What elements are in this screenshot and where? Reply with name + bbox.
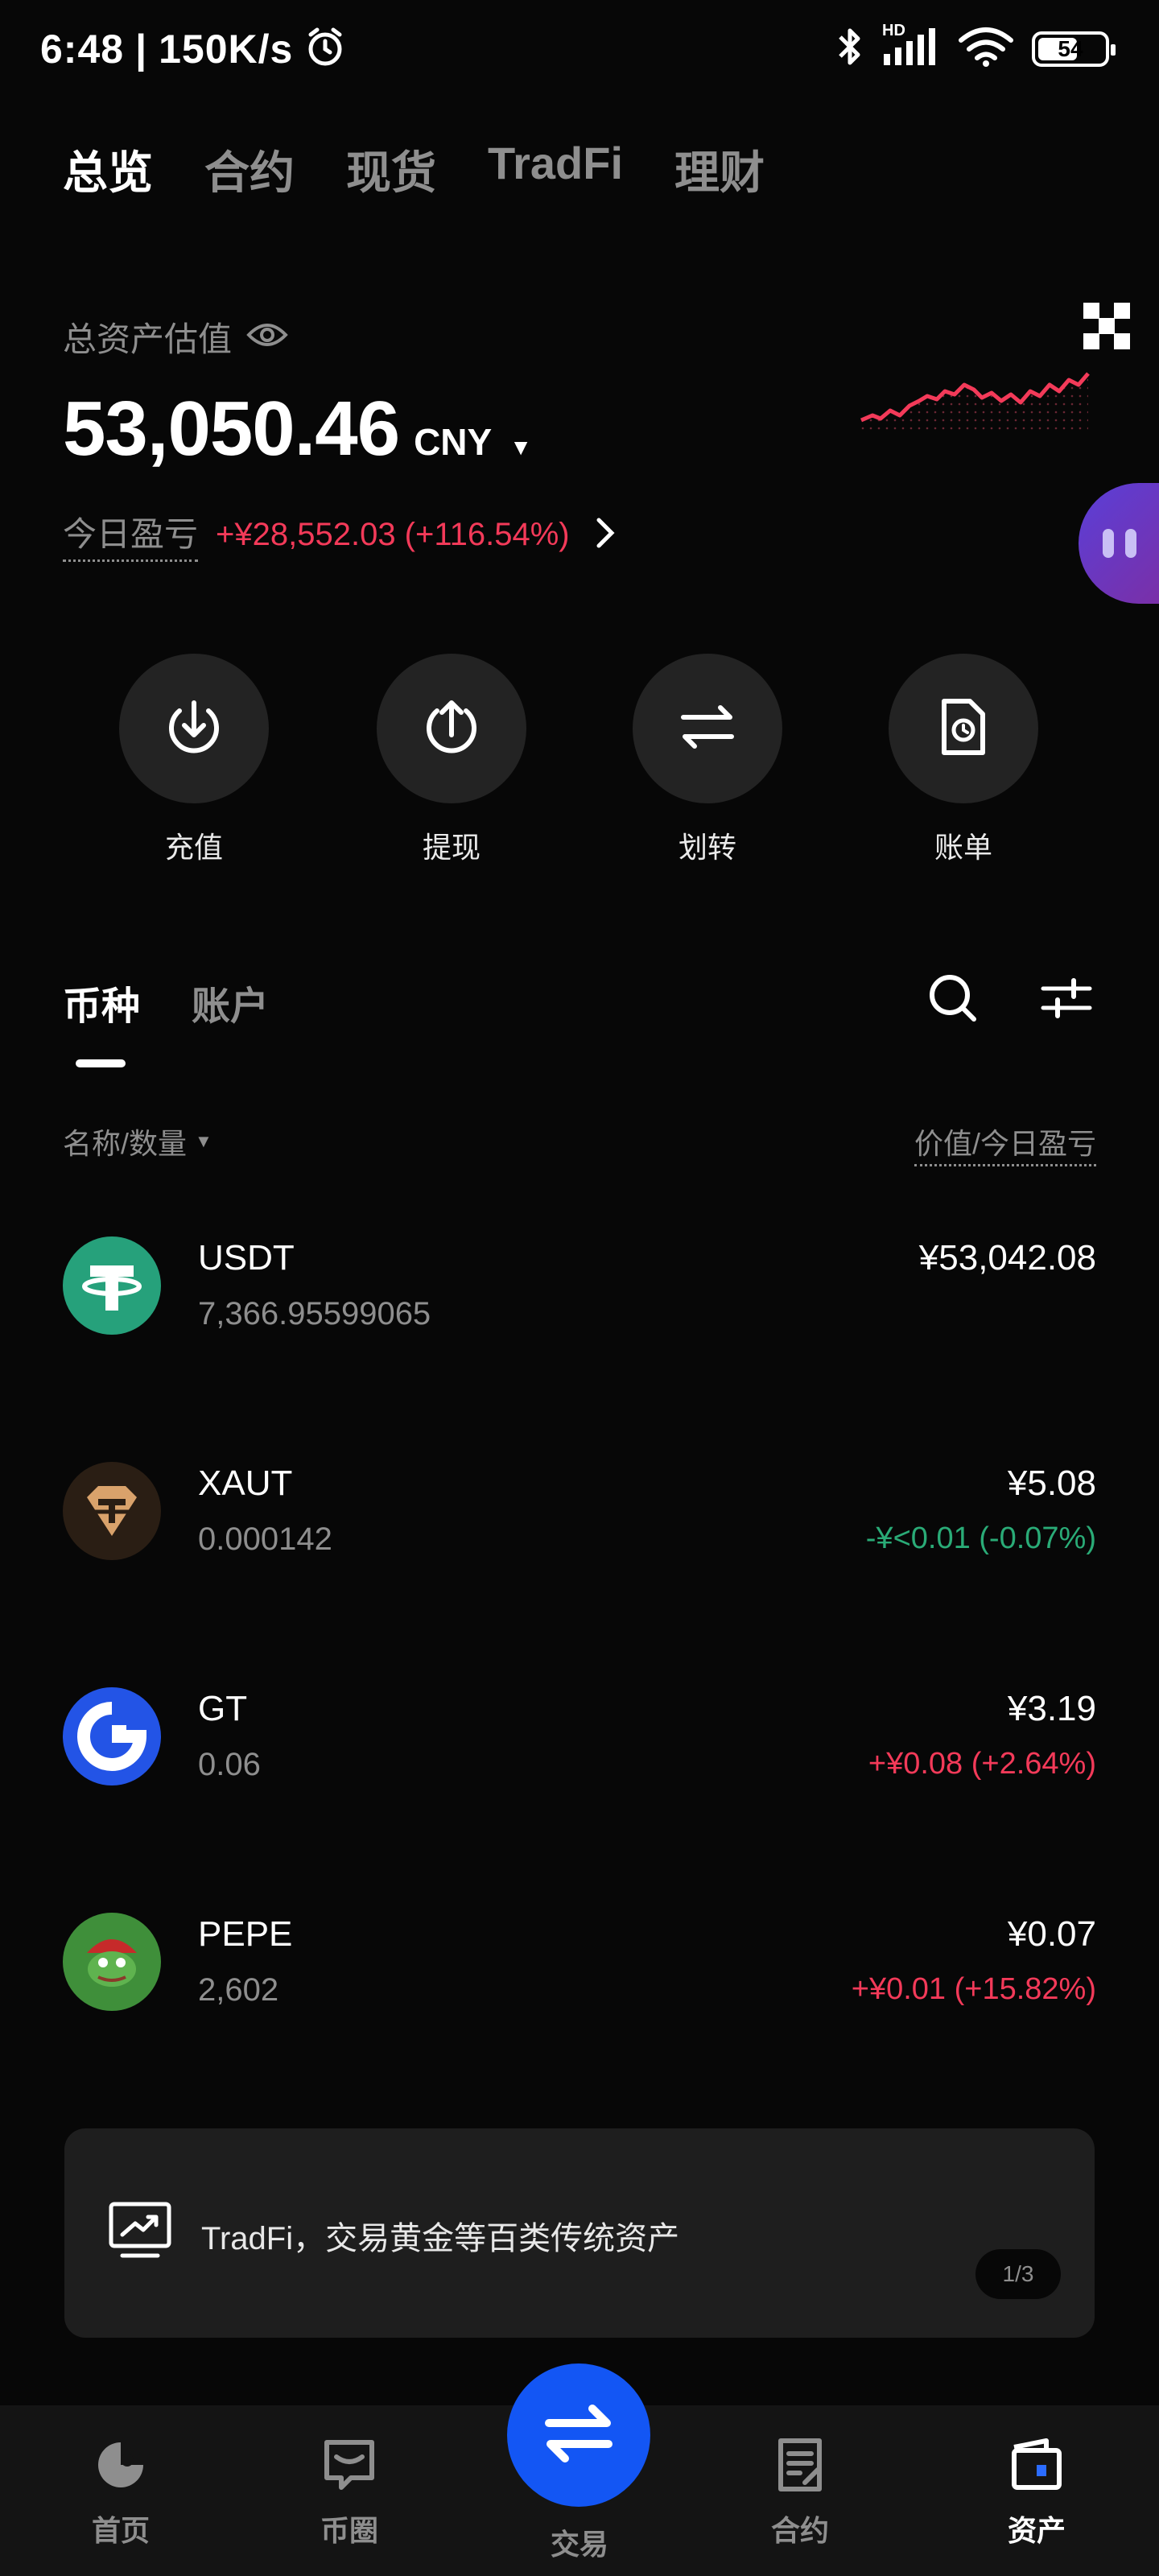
transfer-label: 划转 (678, 831, 736, 864)
nav-label: 首页 (91, 2514, 150, 2547)
coin-row-usdt[interactable]: USDT 7,366.95599065 ¥53,042.08 (0, 1236, 1159, 1381)
bluetooth-icon (835, 24, 864, 73)
asset-label-row: 总资产估值 (63, 312, 288, 361)
withdraw-label: 提现 (422, 831, 481, 864)
coin-pnl: +¥0.01 (+15.82%) (851, 1972, 1096, 2006)
coin-value: ¥3.19 (1007, 1689, 1096, 1728)
wallet-icon (1008, 2436, 1066, 2498)
tab-tradfi[interactable]: TradFi (488, 137, 623, 202)
asset-trend-sparkline (853, 338, 1095, 447)
transfer-icon (675, 695, 740, 763)
chart-trend-icon (106, 2198, 174, 2269)
bubble-eye-left (1103, 529, 1114, 558)
eye-icon[interactable] (246, 320, 288, 353)
tradfi-banner[interactable]: TradFi，交易黄金等百类传统资产 1/3 (64, 2128, 1095, 2338)
futures-icon (771, 2436, 829, 2498)
home-icon (92, 2436, 150, 2498)
battery-icon: 54 (1032, 31, 1116, 67)
bill-label: 账单 (934, 831, 992, 864)
coin-row-gt[interactable]: GT 0.06 ¥3.19 +¥0.08 (+2.64%) (0, 1687, 1159, 1832)
chevron-right-icon[interactable] (596, 517, 615, 553)
value-pnl-header[interactable]: 价值/今日盈亏 (914, 1121, 1096, 1166)
signal-icon: HD (882, 22, 940, 71)
coin-row-pepe[interactable]: PEPE 2,602 ¥0.07 +¥0.01 (+15.82%) (0, 1913, 1159, 2058)
sort-by-name[interactable]: 名称/数量 ▼ (63, 1121, 212, 1162)
today-pnl-label: 今日盈亏 (63, 507, 199, 562)
deposit-icon (162, 695, 226, 763)
coin-quantity: 0.000142 (198, 1521, 332, 1557)
banner-page-indicator: 1/3 (975, 2249, 1061, 2299)
coin-pnl: -¥<0.01 (-0.07%) (865, 1521, 1096, 1555)
status-speed: 150K/s (159, 27, 294, 72)
status-separator: | (135, 27, 148, 72)
tab-futures[interactable]: 合约 (204, 137, 295, 202)
trade-icon (542, 2397, 615, 2474)
withdraw-icon (419, 695, 484, 763)
coin-row-xaut[interactable]: XAUT 0.000142 ¥5.08 -¥<0.01 (-0.07%) (0, 1462, 1159, 1607)
bill-button[interactable]: 账单 (887, 654, 1040, 866)
coin-symbol: USDT (198, 1238, 295, 1278)
coin-value: ¥0.07 (1007, 1914, 1096, 1954)
nav-futures[interactable]: 合约 (736, 2436, 864, 2549)
pepe-logo-icon (63, 1913, 161, 2011)
coin-pnl: +¥0.08 (+2.64%) (868, 1747, 1096, 1781)
currency-selector[interactable]: CNY (414, 420, 492, 464)
nav-label: 资产 (1007, 2514, 1066, 2547)
status-time: 6:48 (40, 27, 125, 72)
trade-button[interactable] (507, 2363, 650, 2507)
battery-level: 54 (1058, 35, 1083, 61)
nav-home[interactable]: 首页 (56, 2436, 185, 2549)
bubble-eye-right (1125, 529, 1136, 558)
tab-finance[interactable]: 理财 (674, 137, 765, 202)
total-asset-value: 53,050.46 (63, 386, 400, 472)
trade-label: 交易 (550, 2528, 608, 2561)
assistant-bubble[interactable] (1079, 483, 1159, 604)
transfer-button[interactable]: 划转 (631, 654, 784, 866)
total-asset-label: 总资产估值 (63, 320, 233, 358)
usdt-logo-icon (63, 1236, 161, 1335)
top-tabs: 总览 合约 现货 TradFi 理财 (63, 137, 765, 202)
caret-down-icon[interactable]: ▼ (509, 435, 532, 460)
tab-coins[interactable]: 币种 (63, 974, 140, 1030)
wifi-icon (958, 26, 1014, 72)
section-tabs: 币种 账户 (63, 974, 269, 1030)
coin-value: ¥5.08 (1007, 1463, 1096, 1503)
name-quantity-header: 名称/数量 (63, 1127, 188, 1160)
withdraw-button[interactable]: 提现 (375, 654, 528, 866)
status-bar: 6:48 | 150K/s HD 54 (0, 0, 1159, 97)
coin-value: ¥53,042.08 (918, 1238, 1096, 1278)
asset-value-row[interactable]: 53,050.46 CNY ▼ (63, 385, 532, 473)
coin-quantity: 0.06 (198, 1747, 261, 1782)
xaut-logo-icon (63, 1462, 161, 1560)
tab-overview[interactable]: 总览 (63, 137, 153, 202)
tab-accounts[interactable]: 账户 (192, 974, 269, 1030)
bill-icon (931, 695, 996, 763)
coin-symbol: XAUT (198, 1463, 293, 1503)
deposit-label: 充值 (164, 831, 223, 864)
active-tab-indicator (76, 1059, 126, 1067)
today-pnl-value: +¥28,552.03 (+116.54%) (216, 516, 570, 552)
banner-text: TradFi，交易黄金等百类传统资产 (201, 2221, 680, 2256)
tab-spot[interactable]: 现货 (346, 137, 436, 202)
filter-settings-icon[interactable] (1040, 976, 1093, 1025)
gt-logo-icon (63, 1687, 161, 1785)
nav-community[interactable]: 币圈 (285, 2436, 414, 2549)
search-icon[interactable] (927, 972, 979, 1028)
nav-label: 币圈 (320, 2514, 378, 2547)
coin-symbol: PEPE (198, 1914, 293, 1954)
sort-caret-icon: ▼ (195, 1131, 212, 1151)
nav-label: 合约 (770, 2514, 829, 2547)
nav-assets[interactable]: 资产 (972, 2436, 1101, 2549)
coin-symbol: GT (198, 1689, 248, 1728)
deposit-button[interactable]: 充值 (118, 654, 270, 866)
today-pnl-row[interactable]: 今日盈亏 +¥28,552.03 (+116.54%) (63, 507, 615, 562)
coin-quantity: 7,366.95599065 (198, 1296, 431, 1331)
coin-quantity: 2,602 (198, 1972, 279, 2008)
alarm-icon (304, 27, 346, 72)
network-type: HD (882, 22, 905, 39)
community-icon (320, 2436, 378, 2498)
